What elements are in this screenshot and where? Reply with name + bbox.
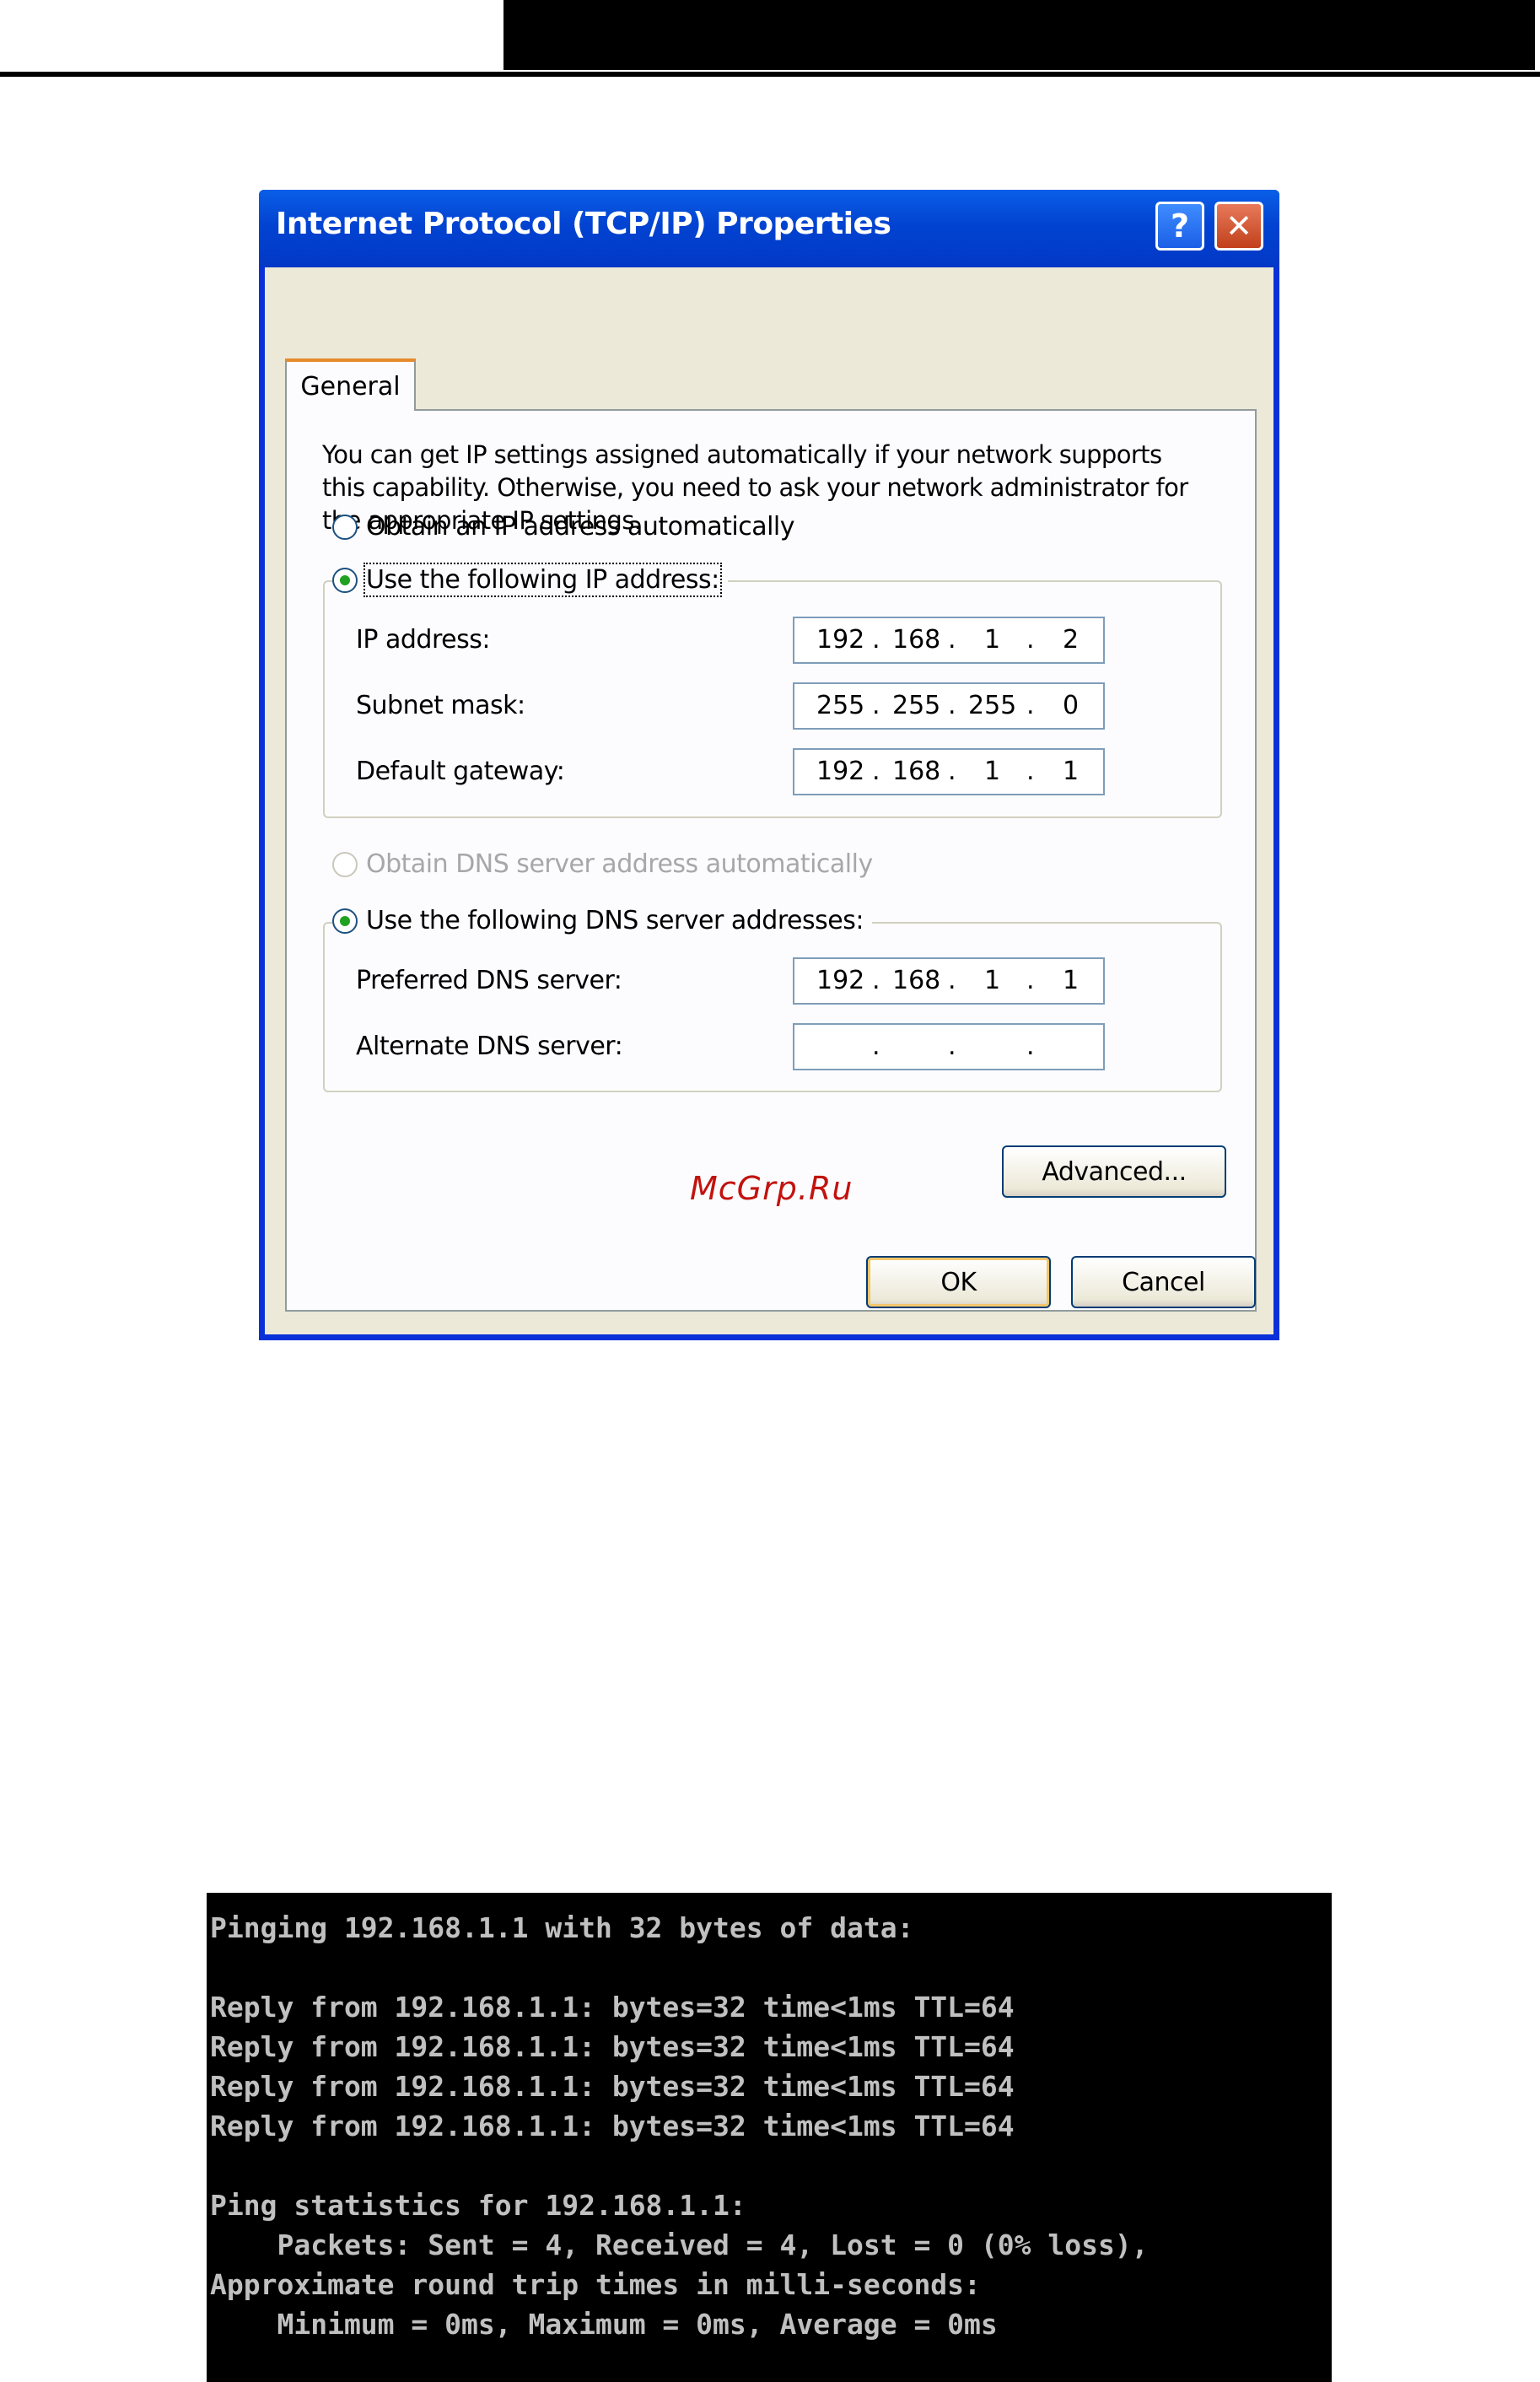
- help-icon: ?: [1170, 207, 1190, 245]
- subnet-dot-2: .: [948, 691, 956, 720]
- advanced-button[interactable]: Advanced...: [1002, 1145, 1226, 1198]
- page-header-bar: [503, 0, 1535, 70]
- ip-dot-2: .: [948, 625, 956, 655]
- radio-obtain-dns[interactable]: Obtain DNS server address automatically: [332, 849, 873, 879]
- gateway-octet-3: 1: [984, 757, 1001, 786]
- radio-obtain-dns-circle[interactable]: [332, 851, 358, 877]
- radio-use-ip[interactable]: Use the following IP address:: [332, 563, 728, 597]
- pdns-octet-1: 192: [816, 966, 865, 995]
- radio-obtain-ip-label: Obtain an IP address automatically: [366, 512, 795, 542]
- adns-dot-3: .: [1026, 1032, 1035, 1061]
- gateway-octet-1: 192: [816, 757, 865, 786]
- pdns-dot-2: .: [948, 966, 956, 995]
- gateway-dot-2: .: [948, 757, 956, 786]
- console-line: Reply from 192.168.1.1: bytes=32 time<1m…: [210, 2070, 1015, 2103]
- adns-dot-2: .: [948, 1032, 956, 1061]
- alternate-dns-label: Alternate DNS server:: [356, 1032, 623, 1061]
- console-line: Packets: Sent = 4, Received = 4, Lost = …: [210, 2228, 1149, 2261]
- alternate-dns-field[interactable]: . . .: [793, 1023, 1105, 1070]
- default-gateway-label: Default gateway:: [356, 757, 565, 786]
- console-line: Approximate round trip times in milli-se…: [210, 2268, 981, 2301]
- ip-address-field[interactable]: 192 . 168 . 1 . 2: [793, 617, 1105, 664]
- watermark: McGrp.Ru: [690, 1170, 853, 1207]
- gateway-dot-1: .: [872, 757, 880, 786]
- pdns-dot-1: .: [872, 966, 880, 995]
- close-button[interactable]: ✕: [1214, 202, 1263, 251]
- ip-dot-1: .: [872, 625, 880, 655]
- ping-console: Pinging 192.168.1.1 with 32 bytes of dat…: [207, 1893, 1332, 2382]
- tab-general[interactable]: General: [285, 358, 416, 411]
- ip-address-label: IP address:: [356, 625, 490, 655]
- pdns-octet-4: 1: [1063, 966, 1080, 995]
- console-line: Reply from 192.168.1.1: bytes=32 time<1m…: [210, 2110, 1015, 2142]
- radio-obtain-dns-label: Obtain DNS server address automatically: [366, 849, 873, 879]
- gateway-octet-2: 168: [892, 757, 941, 786]
- ip-octet-4: 2: [1063, 625, 1080, 655]
- console-line: Pinging 192.168.1.1 with 32 bytes of dat…: [210, 1911, 914, 1944]
- radio-use-dns[interactable]: Use the following DNS server addresses:: [332, 906, 872, 935]
- pdns-octet-2: 168: [892, 966, 941, 995]
- radio-use-dns-label: Use the following DNS server addresses:: [366, 906, 864, 935]
- ip-octet-2: 168: [892, 625, 941, 655]
- tcpip-properties-dialog: Internet Protocol (TCP/IP) Properties ? …: [259, 190, 1279, 1340]
- title-bar[interactable]: Internet Protocol (TCP/IP) Properties ? …: [259, 190, 1279, 267]
- subnet-dot-1: .: [872, 691, 880, 720]
- preferred-dns-label: Preferred DNS server:: [356, 966, 622, 995]
- pdns-octet-3: 1: [984, 966, 1001, 995]
- subnet-octet-2: 255: [892, 691, 941, 720]
- subnet-octet-3: 255: [968, 691, 1017, 720]
- pdns-dot-3: .: [1026, 966, 1035, 995]
- subnet-octet-1: 255: [816, 691, 865, 720]
- dialog-title: Internet Protocol (TCP/IP) Properties: [276, 207, 891, 241]
- subnet-mask-field[interactable]: 255 . 255 . 255 . 0: [793, 682, 1105, 730]
- subnet-mask-label: Subnet mask:: [356, 691, 525, 720]
- console-line: Reply from 192.168.1.1: bytes=32 time<1m…: [210, 1991, 1015, 2024]
- gateway-dot-3: .: [1026, 757, 1035, 786]
- help-button[interactable]: ?: [1155, 202, 1204, 251]
- ip-octet-1: 192: [816, 625, 865, 655]
- subnet-dot-3: .: [1026, 691, 1035, 720]
- ip-dot-3: .: [1026, 625, 1035, 655]
- cancel-button[interactable]: Cancel: [1071, 1256, 1256, 1308]
- radio-obtain-ip[interactable]: Obtain an IP address automatically: [332, 512, 795, 542]
- close-icon: ✕: [1225, 207, 1252, 245]
- gateway-octet-4: 1: [1063, 757, 1080, 786]
- default-gateway-field[interactable]: 192 . 168 . 1 . 1: [793, 748, 1105, 795]
- console-line: Reply from 192.168.1.1: bytes=32 time<1m…: [210, 2030, 1015, 2063]
- ok-button[interactable]: OK: [866, 1256, 1051, 1308]
- ip-octet-3: 1: [984, 625, 1001, 655]
- subnet-octet-4: 0: [1063, 691, 1080, 720]
- radio-obtain-ip-circle[interactable]: [332, 514, 358, 540]
- adns-dot-1: .: [872, 1032, 880, 1061]
- radio-use-dns-circle[interactable]: [332, 908, 358, 934]
- console-line: Minimum = 0ms, Maximum = 0ms, Average = …: [210, 2308, 998, 2341]
- console-line: Ping statistics for 192.168.1.1:: [210, 2189, 746, 2222]
- radio-use-ip-circle[interactable]: [332, 567, 358, 593]
- page-header-rule: [0, 72, 1540, 77]
- radio-use-ip-label: Use the following IP address:: [363, 563, 722, 597]
- preferred-dns-field[interactable]: 192 . 168 . 1 . 1: [793, 957, 1105, 1005]
